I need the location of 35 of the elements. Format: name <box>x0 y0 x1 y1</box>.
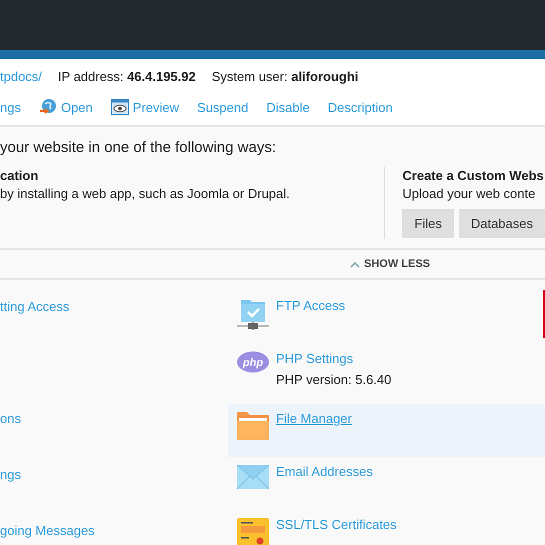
card-button[interactable]: Databases <box>458 209 545 238</box>
show-less-toggle[interactable]: SHOW LESS <box>350 258 430 270</box>
tool-link[interactable]: ngs <box>0 467 21 482</box>
card-text: by installing a web app, such as Joomla or Drupal. <box>0 185 291 203</box>
open-link[interactable]: Open <box>38 98 93 116</box>
system-user: System user: aliforoughi <box>212 68 358 84</box>
tool-link[interactable]: tting Access <box>0 299 70 314</box>
card-button[interactable]: Files <box>402 209 454 238</box>
tool-link[interactable]: going Messages <box>0 523 95 538</box>
ip-address: IP address: 46.4.195.92 <box>58 68 196 84</box>
tool-link[interactable]: SSL/TLS Certificates <box>276 517 397 532</box>
card-text: Upload your web conte <box>402 185 536 203</box>
tool-link[interactable]: ons <box>0 411 21 426</box>
tool-link[interactable]: FTP Access <box>276 298 346 313</box>
certificate-icon <box>236 517 270 545</box>
eye-icon <box>110 99 129 115</box>
action-link[interactable]: Disable <box>266 100 310 114</box>
path-link[interactable]: tpdocs/ <box>0 68 42 84</box>
intro-text: your website in one of the following ways: <box>0 139 277 158</box>
tool-link[interactable]: File Manager <box>276 411 352 426</box>
preview-link[interactable]: Preview <box>110 99 180 115</box>
action-link[interactable]: ngs <box>0 100 21 114</box>
action-link[interactable]: Suspend <box>197 100 248 114</box>
action-link[interactable]: Description <box>328 100 393 114</box>
banner-edge <box>543 290 545 338</box>
php-icon: php <box>236 351 270 373</box>
folder-icon <box>236 411 270 441</box>
card-title: cation <box>0 167 40 185</box>
card-title: Create a Custom Webs <box>402 167 545 185</box>
envelope-icon <box>236 464 270 490</box>
chevron-icon <box>350 260 360 268</box>
tool-link[interactable]: Email Addresses <box>276 464 373 479</box>
php-version: PHP version: 5.6.40 <box>276 372 392 387</box>
folder-network-icon <box>236 298 270 332</box>
tool-link[interactable]: PHP Settings <box>276 351 354 366</box>
